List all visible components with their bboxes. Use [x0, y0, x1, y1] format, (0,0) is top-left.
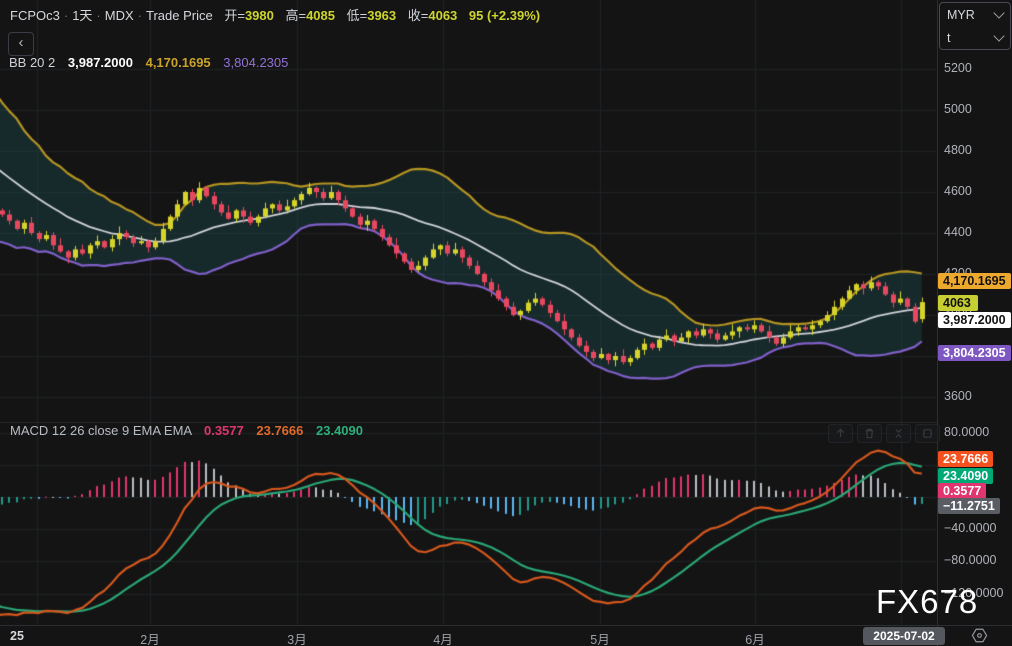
change-value: 95 (+2.39%)	[469, 8, 540, 23]
high-label: 高=	[285, 8, 306, 23]
crosshair-date-badge: 2025-07-02	[863, 627, 945, 645]
time-axis-label: 4月	[433, 629, 452, 646]
macd-axis-badge: 0.3577	[938, 483, 986, 499]
pane-controls	[828, 424, 940, 443]
pane-collapse-button[interactable]	[886, 424, 911, 443]
time-axis-label: 3月	[287, 629, 306, 646]
symbol-header: FCPOc3·1天·MDX·Trade Price 开=3980 高=4085 …	[10, 5, 540, 24]
price-tick-label: 4600	[944, 184, 972, 198]
currency-unit-box: MYR t	[939, 2, 1011, 50]
macd-axis-badge: 23.4090	[938, 468, 993, 484]
price-tick-label: 4800	[944, 143, 972, 157]
close-value: 4063	[428, 8, 457, 23]
price-tick-label: 3600	[944, 389, 972, 403]
close-label: 收=	[408, 8, 429, 23]
time-axis-label: 5月	[590, 629, 609, 646]
macd-indicator-row[interactable]: MACD 12 26 close 9 EMA EMA 0.3577 23.766…	[10, 423, 363, 438]
macd-signal-value: 23.4090	[316, 423, 363, 438]
interval-label[interactable]: 1天	[72, 8, 92, 23]
low-label: 低=	[347, 8, 368, 23]
bb-title: BB 20 2	[9, 55, 55, 70]
price-axis-badge: 3,804.2305	[938, 345, 1011, 361]
time-axis-label: 25	[10, 629, 24, 643]
price-tick-label: 5000	[944, 102, 972, 116]
currency-label: MYR	[947, 8, 975, 22]
open-value: 3980	[245, 8, 274, 23]
trading-chart-window: FCPOc3·1天·MDX·Trade Price 开=3980 高=4085 …	[0, 0, 1012, 646]
trash-icon	[864, 428, 875, 439]
open-label: 开=	[224, 8, 245, 23]
low-value: 3963	[367, 8, 396, 23]
separator-dot: ·	[64, 8, 68, 23]
unit-label: t	[947, 31, 950, 45]
time-axis-divider[interactable]	[0, 625, 1012, 626]
high-value: 4085	[306, 8, 335, 23]
macd-title: MACD 12 26 close 9 EMA EMA	[10, 423, 191, 438]
collapse-arrows-icon	[893, 428, 904, 439]
macd-tick-label: −80.0000	[944, 553, 996, 567]
bb-basis-value: 3,987.2000	[68, 55, 133, 70]
macd-hist-value: 0.3577	[204, 423, 244, 438]
time-axis-label: 6月	[745, 629, 764, 646]
symbol-name[interactable]: FCPOc3	[10, 8, 60, 23]
pane-delete-button[interactable]	[857, 424, 882, 443]
pane-move-up-button[interactable]	[828, 424, 853, 443]
separator-dot: ·	[96, 8, 100, 23]
bb-upper-value: 4,170.1695	[146, 55, 211, 70]
macd-line-value: 23.7666	[256, 423, 303, 438]
bb-indicator-row[interactable]: BB 20 2 3,987.2000 4,170.1695 3,804.2305	[9, 55, 288, 70]
time-axis-label: 2月	[140, 629, 159, 646]
price-axis-badge: 3,987.2000	[938, 312, 1011, 328]
maximize-icon	[922, 428, 933, 439]
price-tick-label: 5200	[944, 61, 972, 75]
hexagon-settings-icon	[971, 628, 988, 643]
price-axis-badge: 4063	[938, 295, 978, 311]
unit-dropdown[interactable]: t	[940, 26, 1010, 49]
macd-axis-badge: 23.7666	[938, 451, 993, 467]
price-axis-badge: 4,170.1695	[938, 273, 1011, 289]
chevron-down-icon	[993, 30, 1004, 41]
time-axis-settings-button[interactable]	[967, 627, 991, 644]
bb-lower-value: 3,804.2305	[223, 55, 288, 70]
chevron-down-icon	[993, 7, 1004, 18]
chart-canvas[interactable]	[0, 0, 1012, 646]
fx678-watermark: FX678	[876, 583, 978, 621]
macd-tick-label: 80.0000	[944, 425, 989, 439]
pane-maximize-button[interactable]	[915, 424, 940, 443]
macd-tick-label: −40.0000	[944, 521, 996, 535]
macd-axis-badge: −11.2751	[938, 498, 1000, 514]
exchange-label: MDX	[105, 8, 134, 23]
separator-dot: ·	[138, 8, 142, 23]
series-type-label: Trade Price	[146, 8, 213, 23]
price-tick-label: 4400	[944, 225, 972, 239]
arrow-up-icon	[835, 428, 846, 439]
back-button[interactable]: ‹	[8, 32, 34, 56]
currency-dropdown[interactable]: MYR	[940, 3, 1010, 26]
